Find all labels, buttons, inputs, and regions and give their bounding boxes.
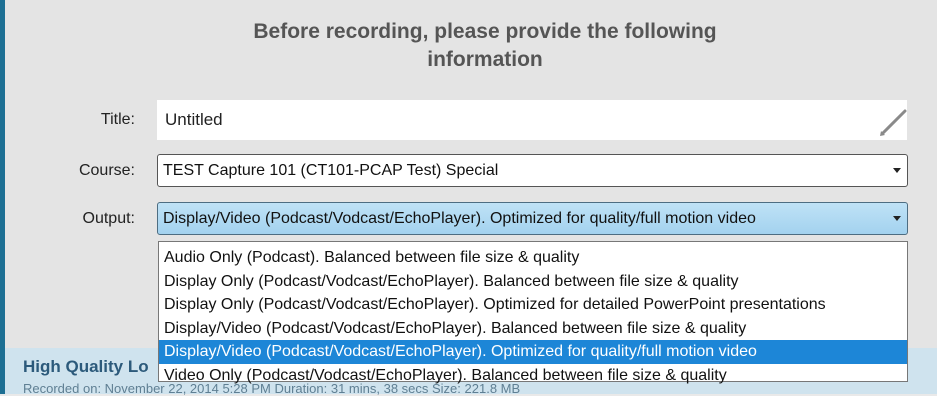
dialog-header-line2: information (427, 48, 543, 71)
dialog-header: Before recording, please provide the fol… (185, 18, 785, 74)
dropdown-option[interactable]: Audio Only (Podcast). Balanced between f… (159, 246, 907, 270)
chevron-down-icon (893, 216, 901, 221)
course-label: Course: (78, 162, 135, 179)
output-select-value: Display/Video (Podcast/Vodcast/EchoPlaye… (163, 210, 756, 227)
dropdown-option[interactable]: Video Only (Podcast/Vodcast/EchoPlayer).… (159, 364, 907, 388)
dropdown-option[interactable]: Display Only (Podcast/Vodcast/EchoPlayer… (159, 293, 907, 317)
dropdown-option-selected[interactable]: Display/Video (Podcast/Vodcast/EchoPlaye… (159, 340, 907, 364)
course-select-value: TEST Capture 101 (CT101-PCAP Test) Speci… (163, 162, 499, 179)
dropdown-option[interactable]: Display/Video (Podcast/Vodcast/EchoPlaye… (159, 317, 907, 341)
output-dropdown-list: Audio Only (Podcast). Balanced between f… (158, 241, 908, 384)
pencil-icon[interactable] (878, 107, 908, 137)
dialog-header-line1: Before recording, please provide the fol… (253, 20, 717, 43)
course-select[interactable]: TEST Capture 101 (CT101-PCAP Test) Speci… (157, 154, 908, 187)
recording-title[interactable]: High Quality Lo (23, 357, 149, 377)
output-select[interactable]: Display/Video (Podcast/Vodcast/EchoPlaye… (157, 202, 908, 235)
output-label: Output: (82, 210, 135, 227)
dropdown-option[interactable]: Display Only (Podcast/Vodcast/EchoPlayer… (159, 270, 907, 294)
title-input[interactable]: Untitled (157, 100, 907, 140)
chevron-down-icon (893, 168, 901, 173)
title-label: Title: (100, 111, 135, 128)
